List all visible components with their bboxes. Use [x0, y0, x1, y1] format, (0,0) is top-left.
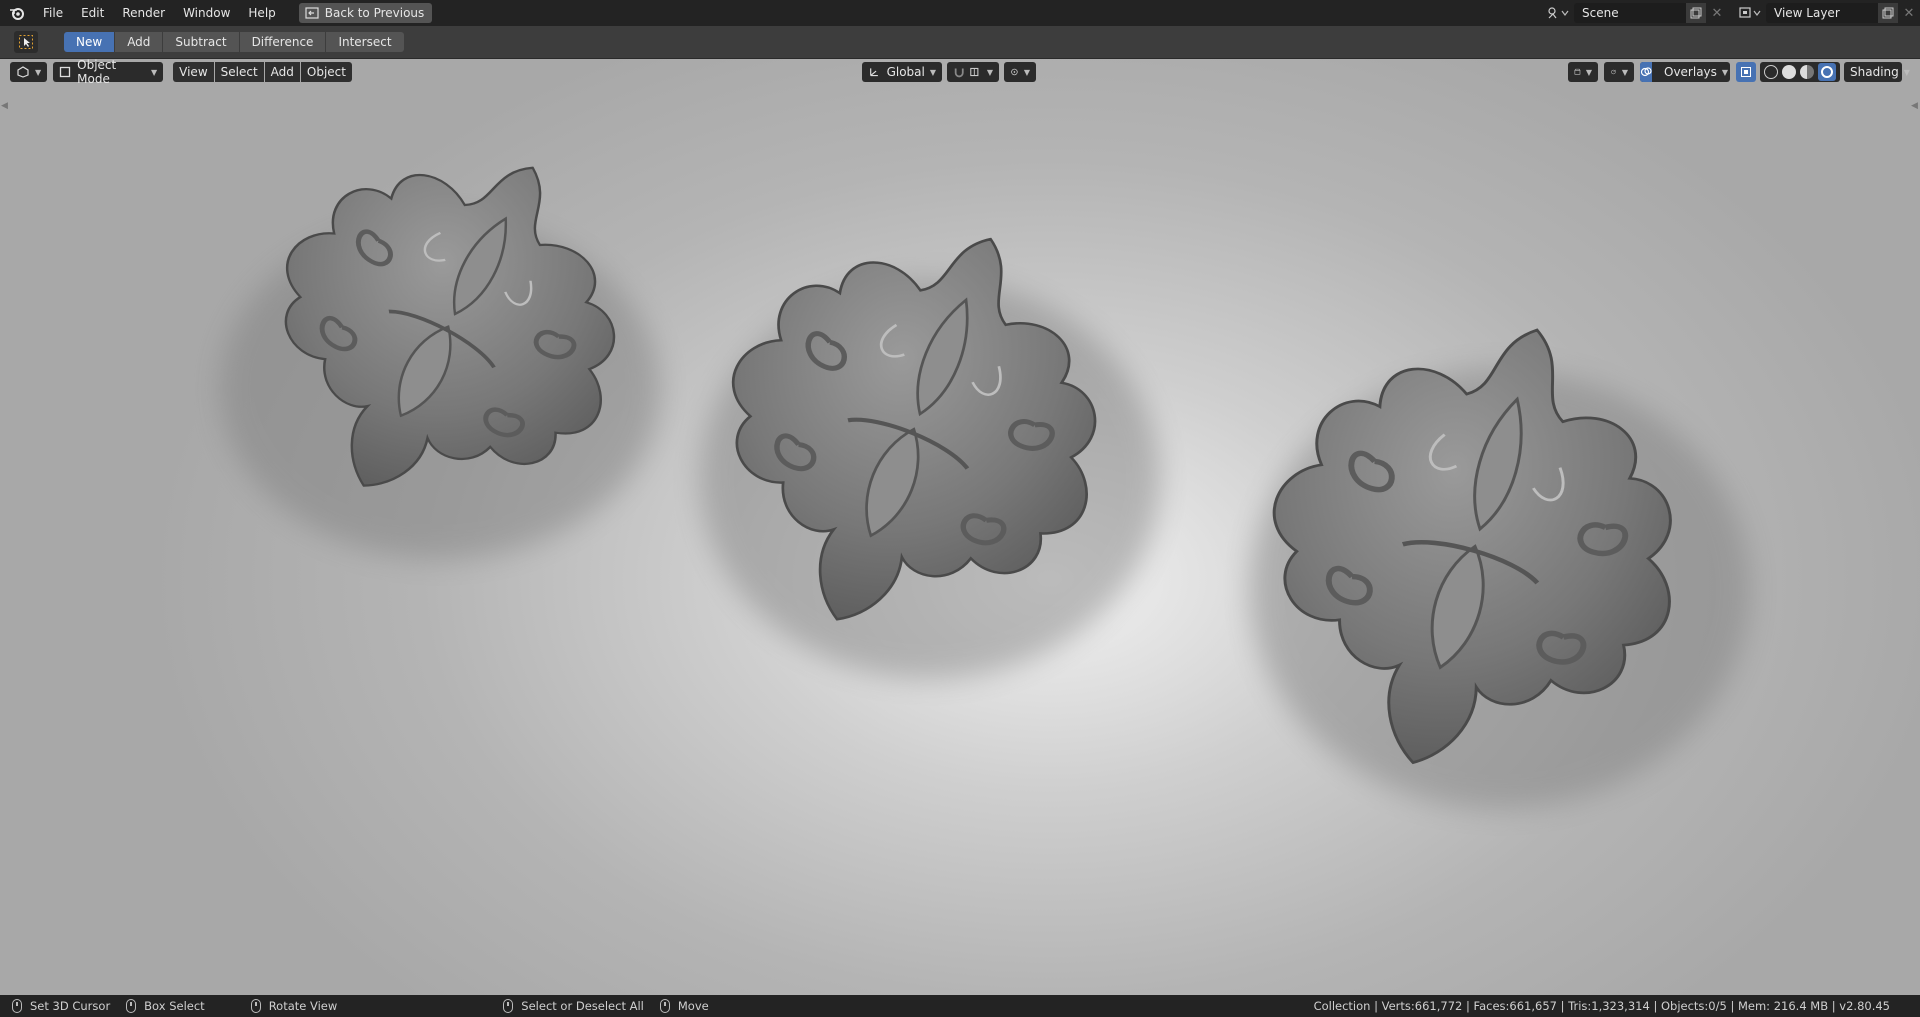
back-to-previous-label: Back to Previous — [324, 6, 425, 20]
mode-add-button[interactable]: Add — [115, 32, 164, 52]
viewport-header: ▼ Object Mode ▼ View Select Add Object G… — [0, 59, 1920, 86]
viewport-menu-object[interactable]: Object — [300, 62, 352, 82]
new-scene-button[interactable] — [1686, 3, 1706, 23]
menu-edit[interactable]: Edit — [72, 0, 113, 26]
overlays-toggle-icon[interactable] — [1640, 62, 1652, 82]
select-box-tool-button[interactable] — [14, 31, 38, 53]
xray-toggle[interactable] — [1736, 62, 1756, 82]
chevron-down-icon: ▼ — [151, 67, 158, 77]
3d-view-icon — [17, 66, 29, 78]
new-view-layer-button[interactable] — [1878, 3, 1898, 23]
chevron-down-icon: ▼ — [1023, 67, 1030, 77]
menu-file[interactable]: File — [34, 0, 72, 26]
sidebar-expand-arrow-icon[interactable]: ◀ — [1911, 101, 1919, 113]
hint-move-label: Move — [677, 999, 709, 1013]
interaction-mode-label: Object Mode — [77, 59, 117, 86]
overlays-label: Overlays — [1664, 65, 1717, 79]
viewport-menu-view[interactable]: View — [173, 62, 214, 82]
chevron-down-icon: ▼ — [35, 67, 42, 77]
hint-set-3d-cursor: Set 3D Cursor — [12, 999, 110, 1013]
viewport-menus: View Select Add Object — [173, 62, 353, 82]
3d-viewport[interactable]: ▼ Object Mode ▼ View Select Add Object G… — [0, 59, 1920, 995]
hint-select-deselect-all-label: Select or Deselect All — [521, 999, 644, 1013]
scene-icon — [1548, 7, 1569, 19]
toolbar-expand-arrow-icon[interactable]: ◀ — [1, 101, 9, 113]
shading-label: Shading — [1850, 65, 1899, 79]
chevron-down-icon: ▼ — [1585, 67, 1592, 77]
status-bar: Set 3D Cursor Box Select Rotate View Sel… — [0, 995, 1920, 1017]
editor-type-button[interactable]: ▼ — [10, 62, 48, 82]
viewport-render — [0, 59, 1750, 995]
hint-rotate-view: Rotate View — [250, 999, 338, 1013]
hint-select-deselect-all: Select or Deselect All — [503, 999, 644, 1013]
tool-settings-bar: New Add Subtract Difference Intersect — [0, 26, 1920, 59]
proportional-editing-toggle[interactable]: ▼ — [1004, 62, 1036, 82]
gizmos-toggle[interactable]: ▼ — [1604, 62, 1634, 82]
object-types-icon — [1574, 68, 1581, 75]
chevron-down-icon: ▼ — [1621, 67, 1628, 77]
mouse-middle-icon — [250, 999, 261, 1013]
menu-window[interactable]: Window — [174, 0, 239, 26]
mouse-left-icon — [12, 999, 22, 1013]
mouse-right-drag-icon — [659, 999, 670, 1013]
axis-icon — [870, 68, 878, 77]
object-mode-icon — [60, 66, 71, 78]
viewport-menu-select[interactable]: Select — [214, 62, 264, 82]
scene-selector-area: Scene ✕ View Layer ✕ — [1542, 0, 1920, 26]
proportional-edit-icon — [1011, 68, 1018, 76]
delete-view-layer-icon[interactable]: ✕ — [1898, 3, 1920, 23]
menu-render[interactable]: Render — [113, 0, 174, 26]
menu-help[interactable]: Help — [239, 0, 284, 26]
screen-back-icon — [305, 7, 319, 19]
xray-icon — [1741, 67, 1751, 77]
blender-logo-icon[interactable] — [0, 0, 34, 26]
duplicate-icon — [1690, 7, 1702, 19]
transform-orientation-label: Global — [886, 65, 925, 79]
overlays-dropdown[interactable]: Overlays ▼ — [1640, 62, 1730, 82]
scene-name-field[interactable]: Scene — [1574, 3, 1686, 23]
material-preview-icon[interactable] — [1800, 65, 1814, 79]
wireframe-shading-icon[interactable] — [1764, 65, 1778, 79]
gizmo-icon — [1611, 69, 1617, 75]
mouse-drag-icon — [126, 999, 137, 1013]
selection-mode-group: New Add Subtract Difference Intersect — [64, 32, 404, 52]
magnet-icon — [954, 68, 964, 78]
delete-scene-icon[interactable]: ✕ — [1706, 3, 1728, 23]
snap-toggle[interactable]: ▼ — [947, 62, 999, 82]
chevron-down-icon: ▼ — [929, 67, 936, 77]
mode-new-button[interactable]: New — [64, 32, 116, 52]
duplicate-icon — [1882, 7, 1894, 19]
view-layer-name-field[interactable]: View Layer — [1766, 3, 1878, 23]
hint-box-select: Box Select — [126, 999, 205, 1013]
hint-box-select-label: Box Select — [144, 999, 205, 1013]
scene-browse-button[interactable] — [1542, 3, 1574, 23]
scene-statistics: Collection | Verts:661,772 | Faces:661,6… — [1313, 999, 1890, 1013]
mode-difference-button[interactable]: Difference — [239, 32, 327, 52]
interaction-mode-dropdown[interactable]: Object Mode ▼ — [53, 59, 164, 86]
solid-shading-icon[interactable] — [1782, 65, 1796, 79]
hint-move: Move — [659, 999, 709, 1013]
mode-intersect-button[interactable]: Intersect — [326, 32, 404, 52]
chevron-down-icon: ▼ — [1903, 67, 1910, 77]
back-to-previous-button[interactable]: Back to Previous — [298, 3, 433, 23]
transform-orientation-dropdown[interactable]: Global ▼ — [862, 62, 942, 82]
shading-dropdown[interactable]: Shading ▼ — [1844, 62, 1910, 82]
chevron-down-icon: ▼ — [1721, 67, 1729, 77]
shading-mode-group — [1760, 62, 1840, 82]
hint-set-3d-cursor-label: Set 3D Cursor — [30, 999, 111, 1013]
rendered-shading-icon[interactable] — [1818, 63, 1836, 81]
view-layer-icon — [1739, 7, 1761, 18]
chevron-down-icon: ▼ — [986, 67, 993, 77]
snap-increment-icon — [970, 67, 979, 77]
viewport-menu-add[interactable]: Add — [264, 62, 300, 82]
view-object-types-button[interactable]: ▼ — [1568, 62, 1598, 82]
select-box-icon — [19, 35, 33, 49]
mode-subtract-button[interactable]: Subtract — [163, 32, 240, 52]
top-bar: File Edit Render Window Help Back to Pre… — [0, 0, 1920, 26]
hint-rotate-view-label: Rotate View — [268, 999, 338, 1013]
view-layer-browse-button[interactable] — [1734, 3, 1766, 23]
mouse-right-icon — [503, 999, 514, 1013]
